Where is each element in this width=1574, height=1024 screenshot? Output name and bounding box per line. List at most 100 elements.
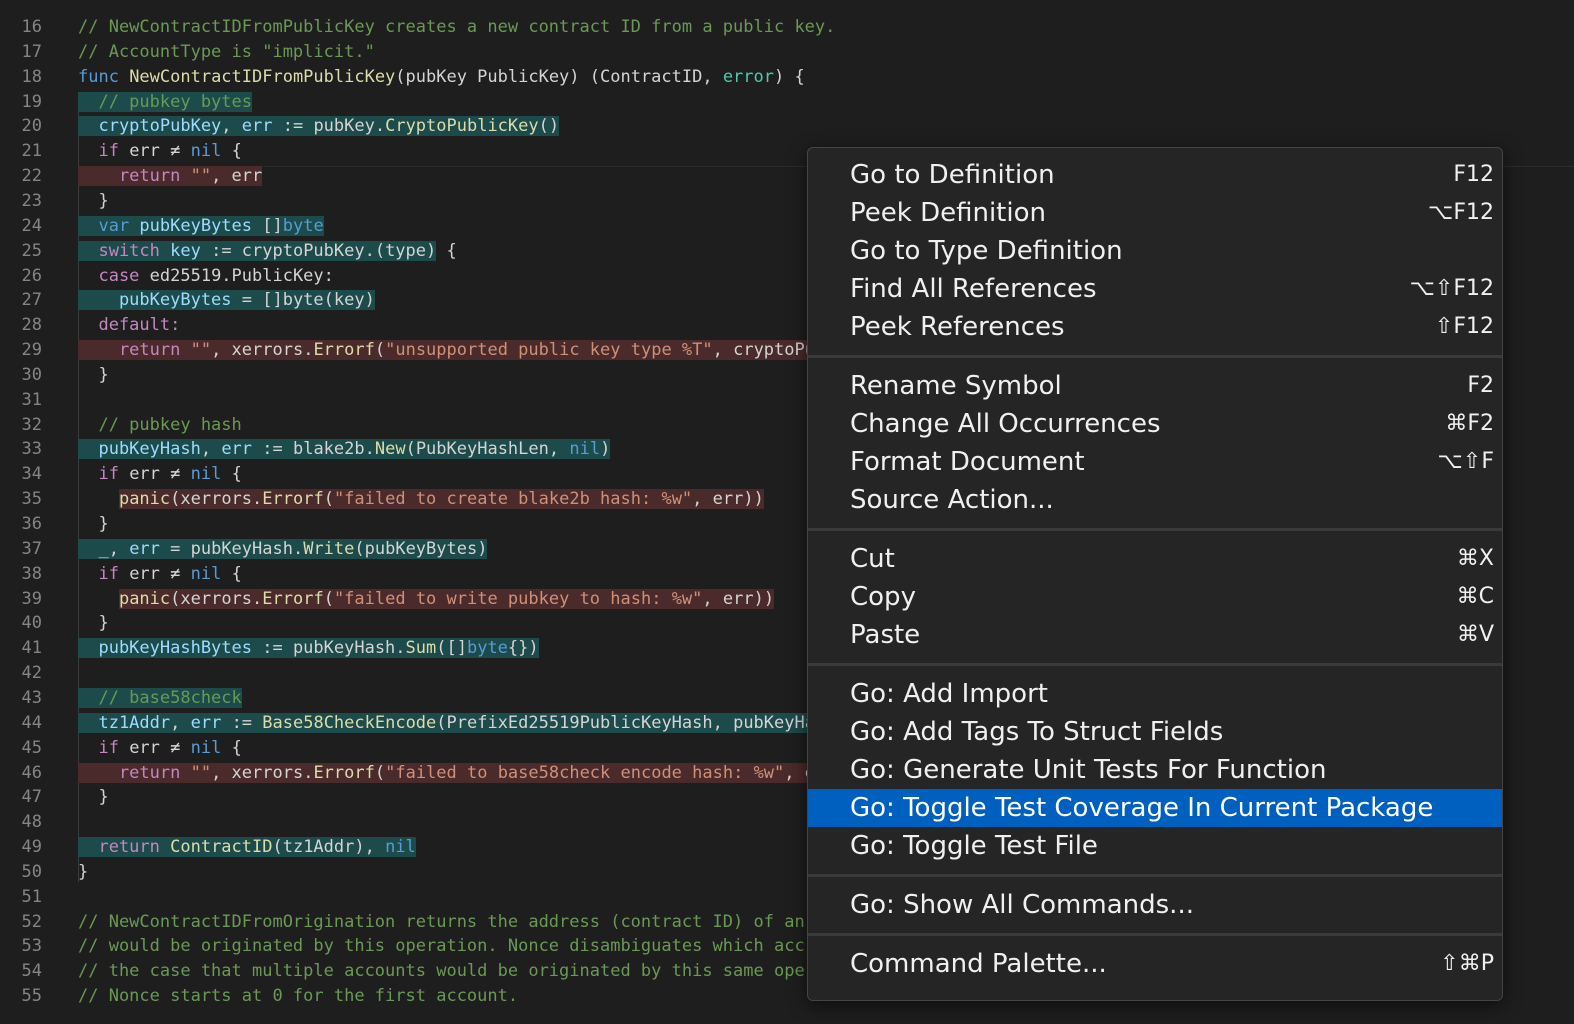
menu-item-peek-definition[interactable]: Peek Definition ⌥F12 (808, 194, 1502, 232)
code-token: "unsupported public key type %T" (385, 340, 713, 361)
code-text: if err ≠ nil { (78, 462, 241, 487)
menu-separator (808, 355, 1502, 358)
code-text: } (78, 611, 108, 636)
menu-item-go-toggle-test-file[interactable]: Go: Toggle Test File (808, 827, 1502, 865)
context-menu: Go to Definition F12 Peek Definition ⌥F12 Go… (807, 147, 1503, 1001)
menu-item-source-action[interactable]: Source Action... (808, 481, 1502, 519)
menu-item-label: Source Action... (850, 485, 1054, 515)
code-token: tz1Addr (78, 712, 171, 733)
menu-item-label: Peek References (850, 312, 1065, 342)
menu-item-peek-references[interactable]: Peek References ⇧F12 (808, 308, 1502, 346)
menu-item-go-show-all-commands[interactable]: Go: Show All Commands... (808, 886, 1502, 924)
code-token: nil (190, 464, 222, 485)
code-text: switch key := cryptoPubKey.(type) { (78, 239, 457, 264)
menu-item-change-all-occurrences[interactable]: Change All Occurrences ⌘F2 (808, 405, 1502, 443)
code-token: err ≠ (129, 141, 191, 162)
line-number: 23 (21, 190, 42, 211)
menu-item-label: Find All References (850, 274, 1097, 304)
line-number: 34 (21, 464, 42, 485)
line-number: 19 (21, 91, 42, 112)
code-token: // base58check (78, 687, 242, 708)
line-number: 45 (21, 737, 42, 758)
code-line[interactable]: 18 func NewContractIDFromPublicKey(pubKey… (0, 65, 1574, 90)
code-token: , (170, 712, 191, 733)
line-number: 44 (21, 712, 42, 733)
code-token: default: (78, 315, 181, 336)
code-line[interactable]: 20 cryptoPubKey, err := pubKey.CryptoPub… (0, 114, 1574, 139)
menu-item-label: Go: Add Tags To Struct Fields (850, 717, 1224, 747)
code-text: pubKeyHash, err := blake2b.New(PubKeyHas… (78, 437, 611, 462)
menu-item-cut[interactable]: Cut ⌘X (808, 540, 1502, 578)
code-text: pubKeyHashBytes := pubKeyHash.Sum([]byte… (78, 636, 539, 661)
code-line[interactable]: 17 // AccountType is "implicit." (0, 40, 1574, 65)
code-text: _, err = pubKeyHash.Write(pubKeyBytes) (78, 537, 488, 562)
code-token: := blake2b. (252, 439, 375, 460)
line-number: 28 (21, 315, 42, 336)
line-number: 50 (21, 861, 42, 882)
menu-separator (808, 933, 1502, 936)
code-token: ed25519.PublicKey: (149, 265, 334, 286)
code-token: // NewContractIDFromOrigination returns … (78, 911, 805, 932)
code-token: (xerrors. (170, 588, 263, 609)
code-token: (xerrors. (170, 489, 263, 510)
code-token: := pubKeyHash. (252, 638, 406, 659)
line-number: 21 (21, 141, 42, 162)
code-token: Errorf (262, 489, 324, 510)
menu-item-shortcut: F12 (1453, 162, 1494, 187)
menu-item-go-to-definition[interactable]: Go to Definition F12 (808, 156, 1502, 194)
menu-item-go-add-tags-to-struct-fields[interactable]: Go: Add Tags To Struct Fields (808, 713, 1502, 751)
line-number: 40 (21, 613, 42, 634)
line-number: 49 (21, 837, 42, 858)
code-token: Base58CheckEncode (262, 712, 437, 733)
menu-item-copy[interactable]: Copy ⌘C (808, 578, 1502, 616)
code-token: := cryptoPubKey.(type) (200, 240, 437, 261)
line-number: 54 (21, 961, 42, 982)
line-number: 26 (21, 265, 42, 286)
code-token: if (78, 563, 130, 584)
menu-item-rename-symbol[interactable]: Rename Symbol F2 (808, 367, 1502, 405)
code-token: } (78, 364, 109, 385)
menu-item-label: Rename Symbol (850, 371, 1062, 401)
line-number: 38 (21, 563, 42, 584)
menu-item-go-add-import[interactable]: Go: Add Import (808, 675, 1502, 713)
menu-item-label: Command Palette... (850, 949, 1107, 979)
code-token: (PrefixEd25519PublicKeyHash, pubKeyHa (436, 712, 815, 733)
code-token: ( (323, 588, 334, 609)
code-token: return (78, 340, 191, 361)
menu-item-go-to-type-definition[interactable]: Go to Type Definition (808, 232, 1502, 270)
menu-item-command-palette[interactable]: Command Palette... ⇧⌘P (808, 945, 1502, 983)
line-number: 39 (21, 588, 42, 609)
code-token: ContractID (170, 837, 273, 858)
line-number: 24 (21, 215, 42, 236)
menu-item-find-all-references[interactable]: Find All References ⌥⇧F12 (808, 270, 1502, 308)
line-number: 17 (21, 41, 42, 62)
code-token: pubKeyHashBytes (78, 638, 252, 659)
line-number: 30 (21, 364, 42, 385)
code-token: err (129, 538, 160, 559)
code-token: return (78, 166, 191, 187)
code-line[interactable]: 16 // NewContractIDFromPublicKey creates … (0, 15, 1574, 40)
code-token: error (722, 66, 774, 87)
menu-item-shortcut: ⌘X (1456, 546, 1494, 571)
code-line[interactable]: 19 // pubkey bytes (0, 90, 1574, 115)
menu-item-label: Go: Toggle Test Coverage In Current Pack… (850, 793, 1434, 823)
code-token: "failed to create blake2b hash: %w" (333, 489, 693, 510)
menu-item-shortcut: ⌘C (1456, 584, 1494, 609)
code-token: pubKeyHash (78, 439, 201, 460)
code-token: Errorf (313, 762, 375, 783)
menu-item-shortcut: ⌥⇧F (1437, 449, 1494, 474)
menu-item-go-toggle-test-coverage-in-current-package[interactable]: Go: Toggle Test Coverage In Current Pack… (808, 789, 1502, 827)
menu-item-label: Peek Definition (850, 198, 1046, 228)
code-token: } (78, 514, 109, 534)
code-text: // NewContractIDFromOrigination returns … (78, 910, 805, 935)
line-number: 55 (21, 986, 42, 1007)
code-text: panic(xerrors.Errorf("failed to create b… (78, 487, 764, 512)
code-text: return "", xerrors.Errorf("unsupported p… (78, 338, 815, 363)
menu-item-format-document[interactable]: Format Document ⌥⇧F (808, 443, 1502, 481)
code-text: return "", xerrors.Errorf("failed to bas… (78, 761, 815, 786)
menu-item-paste[interactable]: Paste ⌘V (808, 616, 1502, 654)
code-text: return "", err (78, 164, 263, 189)
menu-item-label: Go to Type Definition (850, 236, 1123, 266)
code-token: (tz1Addr), (272, 837, 386, 858)
menu-item-go-generate-unit-tests-for-function[interactable]: Go: Generate Unit Tests For Function (808, 751, 1502, 789)
